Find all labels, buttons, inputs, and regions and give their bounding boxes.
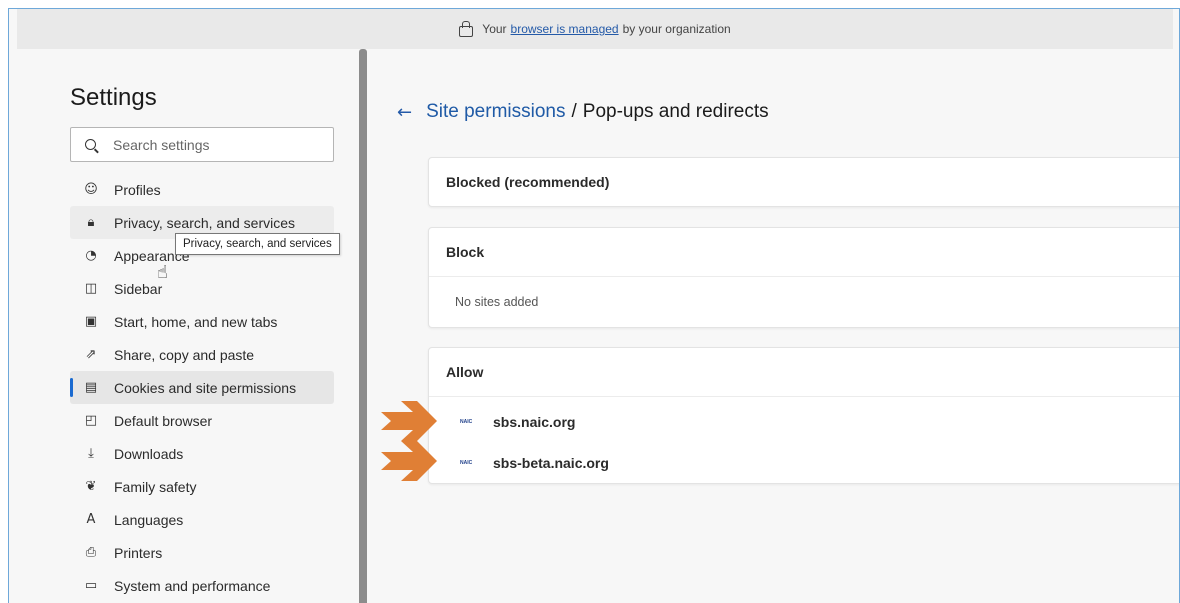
- breadcrumb-site-permissions[interactable]: Site permissions: [426, 101, 565, 123]
- site-row[interactable]: NAIC sbs.naic.org: [429, 401, 1179, 442]
- nav-item-downloads[interactable]: ⤓ Downloads: [70, 437, 334, 470]
- back-arrow-icon[interactable]: ←: [397, 102, 412, 123]
- palette-icon: ◔: [85, 248, 97, 263]
- browser-managed-link[interactable]: browser is managed: [511, 22, 619, 36]
- hand-cursor-icon: ☝: [157, 262, 168, 283]
- nav-item-profiles[interactable]: ☺ Profiles: [70, 173, 334, 206]
- allow-card: Allow NAIC sbs.naic.org NAIC sbs-beta.na…: [428, 347, 1179, 484]
- page-title: Pop-ups and redirects: [582, 101, 769, 122]
- naic-favicon-icon: NAIC: [460, 418, 473, 425]
- briefcase-icon: [459, 20, 474, 37]
- lock-icon: 🔒︎: [87, 215, 95, 230]
- site-name: sbs-beta.naic.org: [493, 454, 609, 471]
- block-empty-text: No sites added: [455, 295, 539, 309]
- main-content: ← Site permissions / Pop-ups and redirec…: [367, 49, 1179, 603]
- tooltip: Privacy, search, and services: [175, 233, 340, 255]
- browser-window: Your browser is managed by your organiza…: [8, 8, 1180, 603]
- naic-favicon-icon: NAIC: [460, 459, 473, 466]
- nav-item-family-safety[interactable]: ❦ Family safety: [70, 470, 334, 503]
- download-icon: ⤓: [88, 446, 94, 461]
- nav-item-system[interactable]: ▭ System and performance: [70, 569, 334, 602]
- managed-banner: Your browser is managed by your organiza…: [17, 9, 1173, 49]
- nav-item-share[interactable]: ⇗ Share, copy and paste: [70, 338, 334, 371]
- annotation-arrow-icon: [381, 441, 437, 481]
- family-icon: ❦: [85, 479, 97, 494]
- browser-icon: ◰: [84, 413, 98, 428]
- breadcrumb: ← Site permissions / Pop-ups and redirec…: [397, 101, 769, 123]
- allow-section-title: Allow: [446, 364, 484, 380]
- breadcrumb-separator: /: [571, 101, 577, 122]
- search-box[interactable]: [70, 127, 334, 162]
- nav-item-sidebar[interactable]: ◫ Sidebar: [70, 272, 334, 305]
- block-section-title: Block: [446, 244, 485, 260]
- block-card: Block No sites added: [428, 227, 1179, 328]
- cookies-icon: ▤: [84, 380, 98, 395]
- settings-sidebar: Settings ☺ Profiles 🔒︎ Privacy, search, …: [9, 49, 359, 603]
- blocked-card: Blocked (recommended): [428, 157, 1179, 207]
- site-row[interactable]: NAIC sbs-beta.naic.org: [429, 442, 1179, 483]
- nav-item-languages[interactable]: A Languages: [70, 503, 334, 536]
- nav-item-cookies[interactable]: ▤ Cookies and site permissions: [70, 371, 334, 404]
- share-icon: ⇗: [85, 347, 97, 362]
- laptop-icon: ▭: [84, 578, 98, 593]
- nav-item-default-browser[interactable]: ◰ Default browser: [70, 404, 334, 437]
- languages-icon: A: [86, 512, 96, 527]
- nav-item-start-home[interactable]: ▣ Start, home, and new tabs: [70, 305, 334, 338]
- nav-item-printers[interactable]: ⎙ Printers: [70, 536, 334, 569]
- search-input[interactable]: [113, 136, 313, 153]
- blocked-toggle-label[interactable]: Blocked (recommended): [429, 158, 1179, 206]
- sidebar-scrollbar[interactable]: [359, 49, 367, 603]
- annotation-arrow-icon: [381, 401, 437, 441]
- settings-title: Settings: [70, 84, 157, 111]
- search-icon: [85, 139, 96, 150]
- home-icon: ▣: [84, 314, 98, 329]
- printer-icon: ⎙: [85, 545, 97, 560]
- site-name: sbs.naic.org: [493, 413, 576, 430]
- sidebar-icon: ◫: [84, 281, 98, 296]
- profile-icon: ☺: [84, 182, 98, 197]
